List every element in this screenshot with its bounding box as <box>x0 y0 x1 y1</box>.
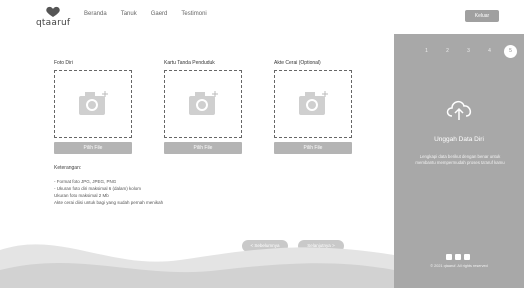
note-line: Akte cerai diisi untuk bagi yang sudah p… <box>54 200 164 205</box>
notes-title: Keterangan: <box>54 165 82 171</box>
step-4: 4 <box>488 48 491 54</box>
instagram-icon[interactable] <box>455 254 461 260</box>
nav-item-3[interactable]: Gaerd <box>151 11 168 17</box>
upload-ktp: Kartu Tanda Penduduk Pilih File <box>164 60 242 154</box>
note-line: - Ukuran foto diri maksimal 6 (dalam) ko… <box>54 186 142 191</box>
choose-file-button[interactable]: Pilih File <box>164 142 242 154</box>
upload-dropzone[interactable] <box>274 70 352 138</box>
step-3: 3 <box>467 48 470 54</box>
choose-file-button[interactable]: Pilih File <box>54 142 132 154</box>
step-indicator: 1 2 3 4 5 <box>420 45 517 58</box>
brand-name: qtaaruf <box>36 18 71 28</box>
heart-logo-icon <box>46 6 60 17</box>
upload-dropzone[interactable] <box>54 70 132 138</box>
twitter-icon[interactable] <box>446 254 452 260</box>
top-navbar: qtaaruf Beranda Tanuk Gaerd Testimoni Ke… <box>0 0 524 34</box>
camera-add-icon <box>299 91 328 115</box>
sidebar-description: Lengkapi data berikut dengan benar untuk… <box>415 154 505 165</box>
cloud-upload-icon <box>446 100 472 120</box>
note-line: Ukuran foto maksimal 2 Mb <box>54 193 109 198</box>
copyright-text: © 2021 qtaaruf. All rights reserved <box>430 264 488 268</box>
upload-dropzone[interactable] <box>164 70 242 138</box>
nav-item-testimoni[interactable]: Testimoni <box>181 11 206 17</box>
camera-add-icon <box>189 91 218 115</box>
step-sidebar: 1 2 3 4 5 Unggah Data Diri Lengkapi data… <box>394 34 524 288</box>
upload-label: Akte Cerai (Optional) <box>274 60 321 66</box>
step-2: 2 <box>446 48 449 54</box>
camera-add-icon <box>79 91 108 115</box>
step-5-active: 5 <box>504 45 517 58</box>
brand-logo[interactable]: qtaaruf <box>36 6 76 30</box>
main-nav: Beranda Tanuk Gaerd Testimoni <box>84 11 207 17</box>
facebook-icon[interactable] <box>464 254 470 260</box>
upload-label: Kartu Tanda Penduduk <box>164 60 215 66</box>
upload-divorce-cert: Akte Cerai (Optional) Pilih File <box>274 60 352 154</box>
decorative-waves <box>0 244 394 288</box>
sidebar-title: Unggah Data Diri <box>434 136 484 143</box>
note-line: - Format foto JPG, JPEG, PNG <box>54 179 117 184</box>
upload-label: Foto Diri <box>54 60 73 66</box>
nav-item-2[interactable]: Tanuk <box>121 11 137 17</box>
notes-section: Keterangan: - Format foto JPG, JPEG, PNG… <box>54 165 314 206</box>
choose-file-button[interactable]: Pilih File <box>274 142 352 154</box>
nav-item-home[interactable]: Beranda <box>84 11 107 17</box>
social-links <box>446 254 470 260</box>
step-1: 1 <box>425 48 428 54</box>
upload-photo: Foto Diri Pilih File <box>54 60 132 154</box>
logout-button[interactable]: Keluar <box>465 10 499 22</box>
